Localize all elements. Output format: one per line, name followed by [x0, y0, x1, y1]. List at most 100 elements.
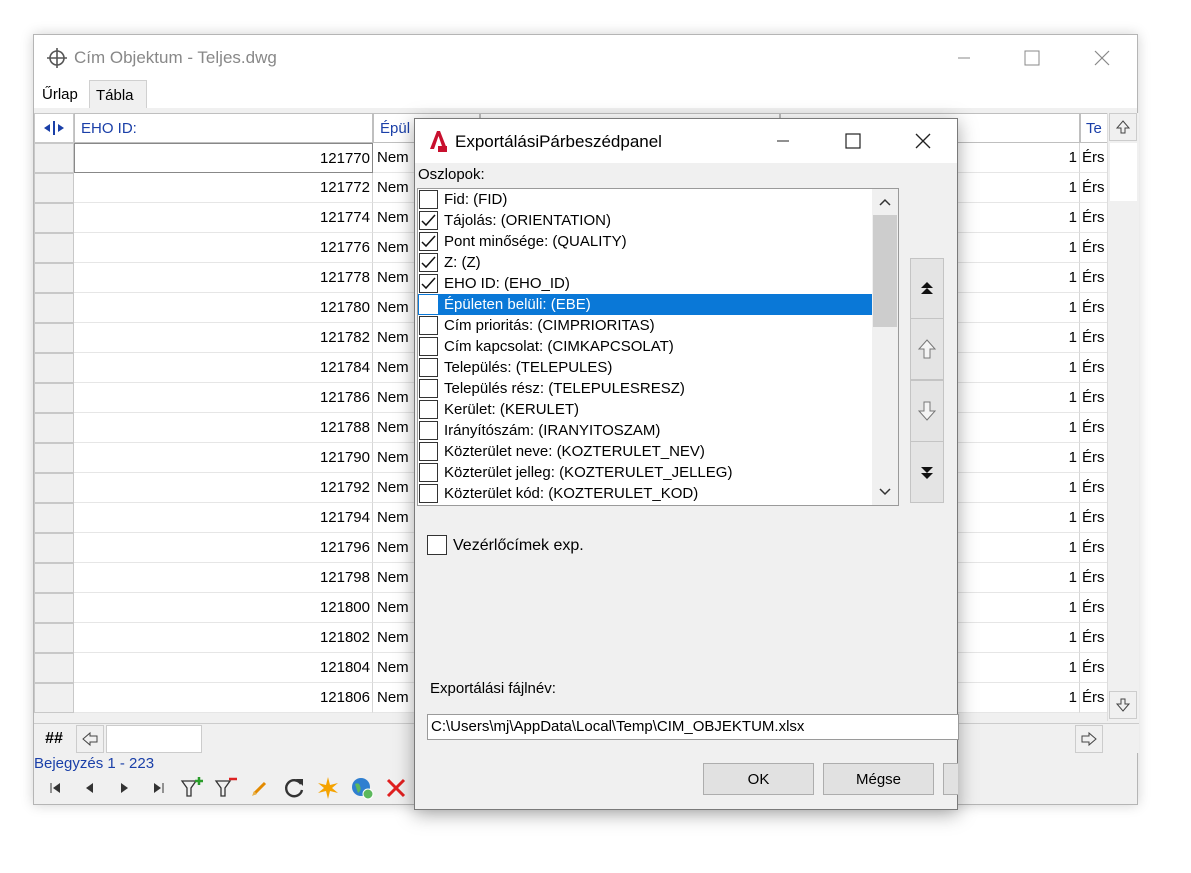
- prev-record-button[interactable]: [76, 775, 104, 801]
- delete-button[interactable]: [382, 775, 410, 801]
- cell-eho-id[interactable]: 121790: [74, 443, 373, 473]
- column-checkbox[interactable]: [419, 190, 438, 209]
- row-header[interactable]: [34, 593, 74, 623]
- minimize-button[interactable]: [930, 35, 998, 80]
- column-resize-button[interactable]: [34, 113, 74, 143]
- column-checkbox[interactable]: [419, 463, 438, 482]
- move-down-button[interactable]: [910, 380, 944, 442]
- column-list-item[interactable]: Pont minősége: (QUALITY): [418, 231, 872, 252]
- cell-eho-id[interactable]: 121784: [74, 353, 373, 383]
- cell-eho-id[interactable]: 121804: [74, 653, 373, 683]
- column-list-item[interactable]: Közterület jelleg: (KOZTERULET_JELLEG): [418, 462, 872, 483]
- cell-eho-id[interactable]: 121796: [74, 533, 373, 563]
- column-checkbox[interactable]: [419, 232, 438, 251]
- column-checkbox[interactable]: [419, 295, 438, 314]
- zoom-to-button[interactable]: [348, 775, 376, 801]
- column-checkbox[interactable]: [419, 400, 438, 419]
- column-checkbox[interactable]: [419, 421, 438, 440]
- row-header[interactable]: [34, 203, 74, 233]
- listbox-scroll-thumb[interactable]: [873, 215, 897, 327]
- listbox-scrollbar[interactable]: [872, 189, 898, 505]
- column-list-item[interactable]: Cím kapcsolat: (CIMKAPCSOLAT): [418, 336, 872, 357]
- cell-eho-id[interactable]: 121786: [74, 383, 373, 413]
- row-header[interactable]: [34, 233, 74, 263]
- cell-eho-id[interactable]: 121788: [74, 413, 373, 443]
- cell-te[interactable]: Érs: [1080, 593, 1108, 623]
- scroll-up-button[interactable]: [1109, 113, 1137, 141]
- row-header[interactable]: [34, 413, 74, 443]
- row-header[interactable]: [34, 143, 74, 173]
- filename-input[interactable]: C:\Users\mj\AppData\Local\Temp\CIM_OBJEK…: [427, 714, 959, 740]
- row-header[interactable]: [34, 293, 74, 323]
- cell-te[interactable]: Érs: [1080, 413, 1108, 443]
- cell-te[interactable]: Érs: [1080, 473, 1108, 503]
- column-checkbox[interactable]: [419, 484, 438, 503]
- highlight-button[interactable]: [314, 775, 342, 801]
- last-record-button[interactable]: [144, 775, 172, 801]
- edit-button[interactable]: [246, 775, 274, 801]
- move-up-button[interactable]: [910, 318, 944, 380]
- cell-te[interactable]: Érs: [1080, 323, 1108, 353]
- column-list-item[interactable]: Tájolás: (ORIENTATION): [418, 210, 872, 231]
- column-list-item[interactable]: Épületen belüli: (EBE): [418, 294, 872, 315]
- dialog-maximize-button[interactable]: [818, 119, 888, 163]
- next-record-button[interactable]: [110, 775, 138, 801]
- column-list-item[interactable]: Z: (Z): [418, 252, 872, 273]
- column-header-te[interactable]: Te: [1080, 113, 1108, 143]
- cell-te[interactable]: Érs: [1080, 683, 1108, 713]
- column-list-item[interactable]: Irányítószám: (IRANYITOSZAM): [418, 420, 872, 441]
- row-header[interactable]: [34, 443, 74, 473]
- column-checkbox[interactable]: [419, 337, 438, 356]
- dialog-minimize-button[interactable]: [748, 119, 818, 163]
- tab-tabla[interactable]: Tábla: [89, 80, 147, 108]
- cell-te[interactable]: Érs: [1080, 653, 1108, 683]
- record-count-button[interactable]: ##: [34, 724, 74, 753]
- columns-listbox[interactable]: Fid: (FID) Tájolás: (ORIENTATION) Pont min…: [417, 188, 899, 506]
- row-header[interactable]: [34, 173, 74, 203]
- move-top-button[interactable]: [910, 258, 944, 320]
- cell-te[interactable]: Érs: [1080, 293, 1108, 323]
- cell-eho-id[interactable]: 121778: [74, 263, 373, 293]
- cell-te[interactable]: Érs: [1080, 353, 1108, 383]
- row-header[interactable]: [34, 353, 74, 383]
- close-button[interactable]: [1068, 35, 1136, 80]
- row-header[interactable]: [34, 683, 74, 713]
- cell-te[interactable]: Érs: [1080, 173, 1108, 203]
- add-filter-button[interactable]: [178, 775, 206, 801]
- column-header-eho-id[interactable]: EHO ID:: [74, 113, 373, 143]
- row-header[interactable]: [34, 653, 74, 683]
- cell-te[interactable]: Érs: [1080, 263, 1108, 293]
- cell-eho-id[interactable]: 121780: [74, 293, 373, 323]
- row-header[interactable]: [34, 533, 74, 563]
- cell-eho-id[interactable]: 121782: [74, 323, 373, 353]
- scroll-thumb[interactable]: [1110, 143, 1137, 201]
- cancel-button[interactable]: Mégse: [823, 763, 934, 795]
- row-header[interactable]: [34, 563, 74, 593]
- column-list-item[interactable]: EHO ID: (EHO_ID): [418, 273, 872, 294]
- ok-button[interactable]: OK: [703, 763, 814, 795]
- cell-te[interactable]: Érs: [1080, 203, 1108, 233]
- column-checkbox[interactable]: [419, 253, 438, 272]
- column-list-item[interactable]: Település: (TELEPULES): [418, 357, 872, 378]
- cell-eho-id[interactable]: 121774: [74, 203, 373, 233]
- row-header[interactable]: [34, 503, 74, 533]
- cell-eho-id[interactable]: 121792: [74, 473, 373, 503]
- horizontal-scroll-thumb[interactable]: [106, 725, 202, 753]
- cell-eho-id[interactable]: 121806: [74, 683, 373, 713]
- column-checkbox[interactable]: [419, 442, 438, 461]
- cell-te[interactable]: Érs: [1080, 503, 1108, 533]
- dialog-close-button[interactable]: [888, 119, 958, 163]
- row-header[interactable]: [34, 383, 74, 413]
- cell-te[interactable]: Érs: [1080, 443, 1108, 473]
- row-header[interactable]: [34, 323, 74, 353]
- cell-eho-id[interactable]: 121776: [74, 233, 373, 263]
- column-list-item[interactable]: Közterület kód: (KOZTERULET_KOD): [418, 483, 872, 504]
- cell-te[interactable]: Érs: [1080, 383, 1108, 413]
- cell-eho-id[interactable]: 121800: [74, 593, 373, 623]
- column-list-item[interactable]: Fid: (FID): [418, 189, 872, 210]
- row-header[interactable]: [34, 473, 74, 503]
- cell-eho-id[interactable]: 121802: [74, 623, 373, 653]
- grid-vertical-scrollbar[interactable]: [1107, 113, 1138, 721]
- scroll-left-button[interactable]: [76, 725, 104, 753]
- column-checkbox[interactable]: [419, 211, 438, 230]
